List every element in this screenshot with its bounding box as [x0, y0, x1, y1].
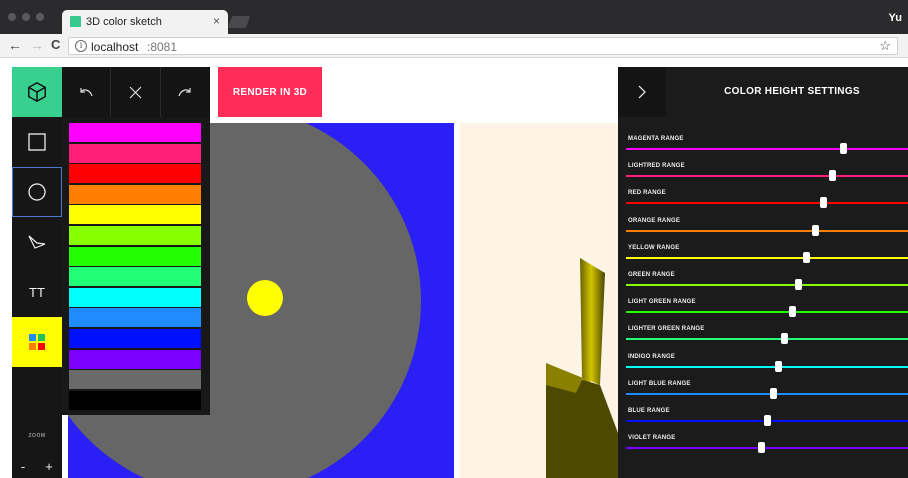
tab-close-button[interactable]: × [213, 14, 220, 28]
favicon-icon [70, 16, 81, 27]
range-label: BLUE RANGE [628, 408, 670, 414]
range-slider-track[interactable] [626, 202, 908, 205]
zoom-label: ZOOM [28, 433, 46, 439]
range-slider-track[interactable] [626, 365, 908, 368]
range-slider-track[interactable] [626, 229, 908, 232]
color-swatch[interactable] [69, 267, 201, 287]
color-swatch[interactable] [69, 287, 201, 307]
circle-icon [28, 183, 46, 201]
range-slider-track[interactable] [626, 175, 908, 178]
square-icon [28, 133, 46, 151]
range-slider-track[interactable] [626, 392, 908, 395]
color-swatch[interactable] [69, 184, 201, 204]
new-tab-button[interactable] [227, 16, 251, 28]
text-tool-button[interactable]: TT [12, 267, 62, 317]
circle-tool-button[interactable] [12, 167, 62, 217]
range-slider-thumb[interactable] [789, 306, 797, 318]
back-button[interactable]: ← [8, 37, 22, 53]
color-height-settings-panel: COLOR HEIGHT SETTINGS MAGENTA RANGE LIGHT… [618, 67, 908, 478]
range-slider-thumb[interactable] [795, 279, 803, 290]
range-slider-thumb[interactable] [764, 415, 771, 426]
range-slider-thumb[interactable] [775, 360, 783, 372]
range-label: YELLOW RANGE [628, 244, 680, 251]
cube-icon [28, 81, 46, 103]
browser-tab[interactable]: 3D color sketch × [62, 10, 228, 34]
close-icon [129, 86, 142, 98]
range-slider-thumb[interactable] [820, 197, 828, 209]
color-swatch[interactable] [69, 308, 201, 328]
color-palette-button[interactable] [12, 317, 62, 367]
tab-title: 3D color sketch [86, 16, 162, 28]
forward-button[interactable]: → [30, 37, 44, 53]
range-label: RED RANGE [628, 190, 666, 197]
color-swatch[interactable] [69, 226, 201, 245]
browser-toolbar: ← → C i localhost :8081 ☆ [0, 34, 908, 58]
color-swatch[interactable] [69, 370, 201, 390]
range-slider-track[interactable] [626, 256, 908, 259]
yellow-cone-mesh [580, 258, 605, 385]
color-swatch[interactable] [69, 123, 201, 142]
window-controls[interactable] [8, 13, 44, 21]
render-3d-button[interactable]: RENDER IN 3D [218, 67, 322, 117]
browser-titlebar: 3D color sketch × Yu [0, 0, 908, 34]
settings-header: COLOR HEIGHT SETTINGS [618, 67, 908, 117]
lasso-icon [28, 235, 46, 249]
history-toolbar [62, 67, 210, 117]
redo-button[interactable] [161, 67, 210, 117]
range-slider-track[interactable] [626, 148, 908, 150]
app-viewport: TT ZOOM - + RENDER IN 3D COLOR HEIGHT SE… [0, 59, 908, 478]
range-slider-track[interactable] [626, 284, 908, 286]
color-swatch[interactable] [69, 390, 201, 410]
range-slider-thumb[interactable] [811, 224, 819, 236]
zoom-out-button[interactable]: - [12, 454, 34, 478]
range-slider-thumb[interactable] [840, 143, 848, 154]
color-swatch[interactable] [69, 349, 201, 369]
range-label: LIGHTER GREEN RANGE [628, 326, 705, 333]
range-label: LIGHTRED RANGE [628, 163, 685, 170]
range-label: ORANGE RANGE [628, 217, 681, 224]
color-swatch[interactable] [69, 164, 201, 184]
color-swatch[interactable] [69, 205, 201, 225]
profile-button[interactable]: Yu [889, 12, 902, 24]
collapse-panel-button[interactable] [618, 67, 666, 117]
url-host: localhost [91, 40, 139, 54]
reload-button[interactable]: C [51, 37, 60, 53]
freehand-tool-button[interactable] [12, 217, 62, 267]
range-slider-track[interactable] [626, 311, 908, 314]
range-label: MAGENTA RANGE [628, 136, 684, 142]
undo-icon [80, 88, 93, 97]
yellow-dot-shape[interactable] [247, 280, 283, 316]
url-port: :8081 [147, 40, 178, 54]
color-swatch[interactable] [69, 329, 201, 348]
range-label: INDIGO RANGE [628, 353, 676, 360]
range-slider-track[interactable] [626, 447, 908, 450]
color-swatch[interactable] [69, 143, 201, 163]
color-swatch[interactable] [69, 246, 201, 266]
text-tool-label: TT [29, 284, 45, 300]
range-label: GREEN RANGE [628, 272, 675, 278]
bookmark-star-icon[interactable]: ☆ [879, 38, 891, 54]
range-label: LIGHT BLUE RANGE [628, 380, 691, 387]
range-slider-thumb[interactable] [769, 387, 777, 399]
palette-grid-icon [29, 334, 45, 350]
zoom-in-button[interactable]: + [38, 454, 60, 478]
clear-button[interactable] [111, 67, 161, 117]
address-bar[interactable]: i localhost :8081 ☆ [68, 37, 898, 55]
range-label: LIGHT GREEN RANGE [628, 299, 696, 306]
redo-icon [178, 88, 191, 97]
range-slider-thumb[interactable] [803, 251, 811, 263]
color-palette-panel [62, 117, 210, 415]
range-label: VIOLET RANGE [628, 435, 676, 442]
range-slider-thumb[interactable] [780, 333, 788, 345]
info-icon[interactable]: i [75, 40, 87, 52]
logo-cube-button[interactable] [12, 67, 62, 117]
range-slider-thumb[interactable] [828, 170, 836, 182]
tool-sidebar: TT ZOOM - + [12, 67, 62, 478]
range-slider-track[interactable] [626, 338, 908, 341]
undo-button[interactable] [62, 67, 112, 117]
rectangle-tool-button[interactable] [12, 117, 62, 167]
settings-title: COLOR HEIGHT SETTINGS [724, 86, 860, 97]
range-slider-thumb[interactable] [758, 442, 766, 454]
chevron-right-icon [638, 85, 646, 99]
